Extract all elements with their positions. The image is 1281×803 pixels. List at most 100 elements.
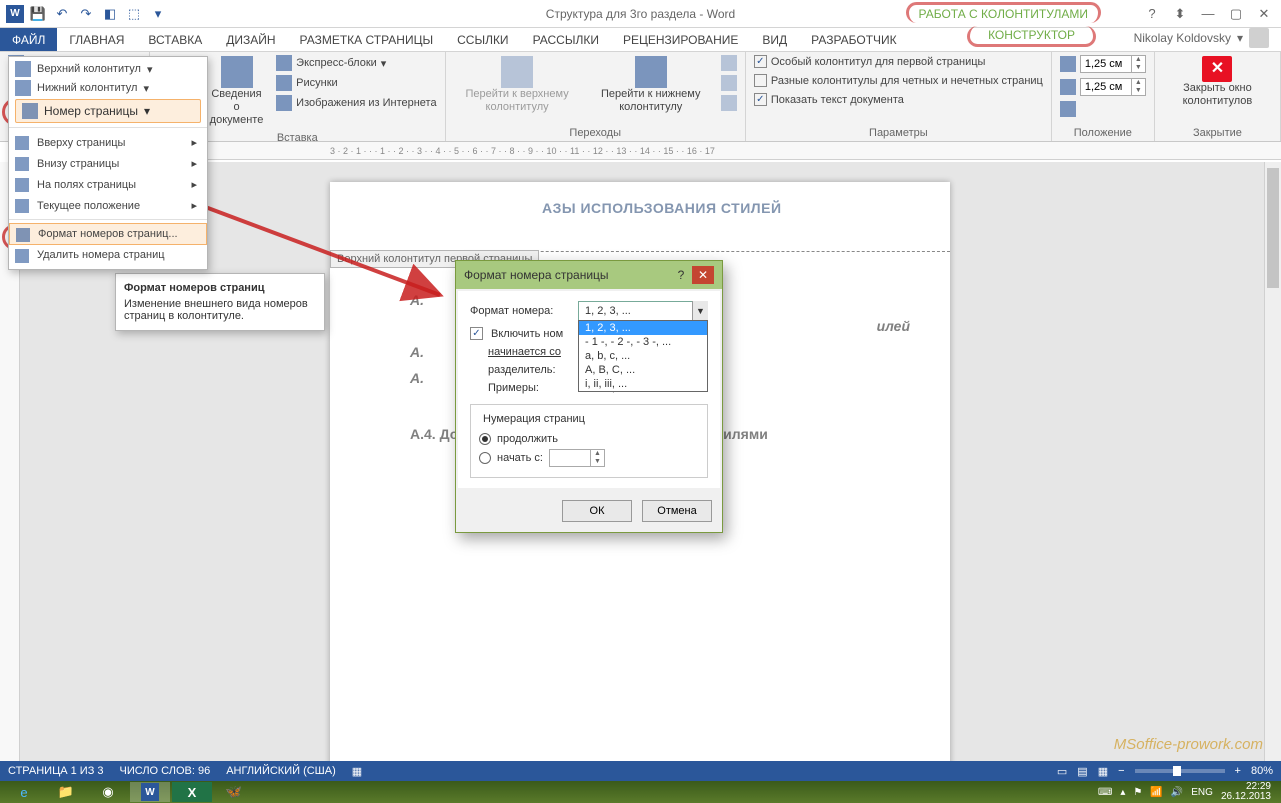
chevron-down-icon[interactable]: ▼ xyxy=(692,301,708,321)
macro-icon[interactable]: ▦ xyxy=(352,765,362,778)
spin-up-icon[interactable]: ▲ xyxy=(1131,79,1145,87)
doc-info-button[interactable]: Сведения о документе xyxy=(203,54,270,130)
chrome-icon[interactable]: ◉ xyxy=(88,782,128,802)
scrollbar-thumb[interactable] xyxy=(1267,168,1279,288)
volume-icon[interactable]: 🔊 xyxy=(1171,787,1183,798)
show-doc-checkbox[interactable]: ✓Показать текст документа xyxy=(752,92,906,107)
spin-down-icon[interactable]: ▼ xyxy=(1131,64,1145,72)
zoom-in-icon[interactable]: + xyxy=(1235,765,1241,777)
zoom-level[interactable]: 80% xyxy=(1251,765,1273,777)
language-status[interactable]: АНГЛИЙСКИЙ (США) xyxy=(226,765,336,777)
footer-margin-input[interactable] xyxy=(1081,81,1131,93)
header-margin-spinner[interactable]: ▲▼ xyxy=(1058,54,1148,74)
tab-layout[interactable]: РАЗМЕТКА СТРАНИЦЫ xyxy=(288,28,446,51)
word-count[interactable]: ЧИСЛО СЛОВ: 96 xyxy=(120,765,211,777)
dd-header-bottom[interactable]: Нижний колонтитул ▾ xyxy=(15,80,201,96)
zoom-slider[interactable] xyxy=(1135,769,1225,773)
maximize-icon[interactable]: ▢ xyxy=(1223,4,1249,24)
tray-language[interactable]: ENG xyxy=(1191,787,1213,798)
dd-current-position[interactable]: Текущее положение▸ xyxy=(9,195,207,216)
tab-file[interactable]: ФАЙЛ xyxy=(0,28,57,51)
help-icon[interactable]: ? xyxy=(1139,4,1165,24)
close-header-footer-button[interactable]: ✕Закрыть окно колонтитулов xyxy=(1161,54,1274,110)
tab-review[interactable]: РЕЦЕНЗИРОВАНИЕ xyxy=(611,28,750,51)
align-tab-button[interactable] xyxy=(1058,100,1078,118)
combo-option[interactable]: a, b, c, ... xyxy=(579,349,707,363)
tab-references[interactable]: ССЫЛКИ xyxy=(445,28,520,51)
quick-parts-button[interactable]: Экспресс-блоки ▾ xyxy=(274,54,438,72)
pictures-button[interactable]: Рисунки xyxy=(274,74,438,92)
tab-designer[interactable]: КОНСТРУКТОР xyxy=(967,26,1096,47)
tab-home[interactable]: ГЛАВНАЯ xyxy=(57,28,136,51)
redo-icon[interactable]: ↷ xyxy=(76,4,96,24)
network-icon[interactable]: 📶 xyxy=(1150,787,1162,798)
dd-page-margins[interactable]: На полях страницы▸ xyxy=(9,174,207,195)
view-print-icon[interactable]: ▤ xyxy=(1077,765,1087,778)
dd-top-of-page[interactable]: Вверху страницы▸ xyxy=(9,132,207,153)
page-status[interactable]: СТРАНИЦА 1 ИЗ 3 xyxy=(8,765,104,777)
explorer-icon[interactable]: 📁 xyxy=(46,782,86,802)
zoom-out-icon[interactable]: − xyxy=(1118,765,1124,777)
status-bar: СТРАНИЦА 1 ИЗ 3 ЧИСЛО СЛОВ: 96 АНГЛИЙСКИ… xyxy=(0,761,1281,781)
view-web-icon[interactable]: ▦ xyxy=(1098,765,1108,778)
app-icon[interactable]: 🦋 xyxy=(214,782,254,802)
word-taskbar-icon[interactable]: W xyxy=(130,782,170,802)
qat-item-icon[interactable]: ⬚ xyxy=(124,4,144,24)
odd-even-checkbox[interactable]: Разные колонтитулы для четных и нечетных… xyxy=(752,73,1045,88)
horizontal-ruler[interactable]: 3 · 2 · 1 · · · 1 · · 2 · · 3 · · 4 · · … xyxy=(20,142,1281,160)
go-footer-button[interactable]: Перейти к нижнему колонтитулу xyxy=(587,54,715,116)
close-icon[interactable]: ✕ xyxy=(1251,4,1277,24)
tray-up-icon[interactable]: ▴ xyxy=(1120,787,1125,798)
save-icon[interactable]: 💾 xyxy=(28,4,48,24)
number-format-combo[interactable]: 1, 2, 3, ... ▼ 1, 2, 3, ... - 1 -, - 2 -… xyxy=(578,301,708,321)
ribbon-options-icon[interactable]: ⬍ xyxy=(1167,4,1193,24)
tab-design[interactable]: ДИЗАЙН xyxy=(214,28,287,51)
ie-icon[interactable]: e xyxy=(4,782,44,802)
dialog-close-icon[interactable]: ✕ xyxy=(692,266,714,284)
tab-insert[interactable]: ВСТАВКА xyxy=(136,28,214,51)
go-header-icon xyxy=(501,56,533,88)
combo-option[interactable]: - 1 -, - 2 -, - 3 -, ... xyxy=(579,335,707,349)
combo-option[interactable]: 1, 2, 3, ... xyxy=(579,321,707,335)
user-account[interactable]: Nikolay Koldovsky▾ xyxy=(1134,28,1269,48)
spin-down-icon[interactable]: ▼ xyxy=(590,458,604,466)
start-at-input[interactable] xyxy=(550,452,590,464)
spin-up-icon[interactable]: ▲ xyxy=(1131,56,1145,64)
tab-mailings[interactable]: РАССЫЛКИ xyxy=(521,28,611,51)
dd-format-page-numbers[interactable]: Формат номеров страниц... xyxy=(9,223,207,245)
footer-margin-spinner[interactable]: ▲▼ xyxy=(1058,77,1148,97)
page-number-button[interactable]: Номер страницы ▾ xyxy=(15,99,201,123)
minimize-icon[interactable]: — xyxy=(1195,4,1221,24)
spin-down-icon[interactable]: ▼ xyxy=(1131,87,1145,95)
action-center-icon[interactable]: ⚑ xyxy=(1133,787,1142,798)
view-read-icon[interactable]: ▭ xyxy=(1057,765,1067,778)
undo-icon[interactable]: ↶ xyxy=(52,4,72,24)
start-at-radio[interactable]: начать с: ▲▼ xyxy=(479,447,699,469)
starts-with-label: начинается со xyxy=(488,346,588,358)
combo-option[interactable]: A, B, C, ... xyxy=(579,363,707,377)
combo-option[interactable]: i, ii, iii, ... xyxy=(579,377,707,391)
qat-more-icon[interactable]: ▾ xyxy=(148,4,168,24)
dialog-help-icon[interactable]: ? xyxy=(670,266,692,284)
tab-developer[interactable]: РАЗРАБОТЧИК xyxy=(799,28,909,51)
tab-view[interactable]: ВИД xyxy=(750,28,799,51)
first-page-checkbox[interactable]: ✓Особый колонтитул для первой страницы xyxy=(752,54,988,69)
continue-radio[interactable]: продолжить xyxy=(479,431,699,447)
header-zone[interactable]: АЗЫ ИСПОЛЬЗОВАНИЯ СТИЛЕЙ xyxy=(330,182,950,252)
dd-bottom-of-page[interactable]: Внизу страницы▸ xyxy=(9,153,207,174)
dd-remove-page-numbers[interactable]: Удалить номера страниц xyxy=(9,245,207,265)
header-margin-input[interactable] xyxy=(1081,58,1131,70)
page-number-format-dialog: Формат номера страницы ? ✕ Формат номера… xyxy=(455,260,723,533)
spin-up-icon[interactable]: ▲ xyxy=(590,450,604,458)
tray-clock[interactable]: 22:2926.12.2013 xyxy=(1221,782,1271,803)
vertical-scrollbar[interactable] xyxy=(1264,162,1281,761)
keyboard-icon[interactable]: ⌨ xyxy=(1098,787,1112,798)
dialog-titlebar[interactable]: Формат номера страницы ? ✕ xyxy=(456,261,722,289)
cancel-button[interactable]: Отмена xyxy=(642,500,712,522)
ribbon-group-options: ✓Особый колонтитул для первой страницы Р… xyxy=(746,52,1052,141)
ok-button[interactable]: ОК xyxy=(562,500,632,522)
dd-header-top[interactable]: Верхний колонтитул ▾ xyxy=(15,61,201,77)
qat-item-icon[interactable]: ◧ xyxy=(100,4,120,24)
online-pictures-button[interactable]: Изображения из Интернета xyxy=(274,94,438,112)
excel-taskbar-icon[interactable]: X xyxy=(172,782,212,802)
